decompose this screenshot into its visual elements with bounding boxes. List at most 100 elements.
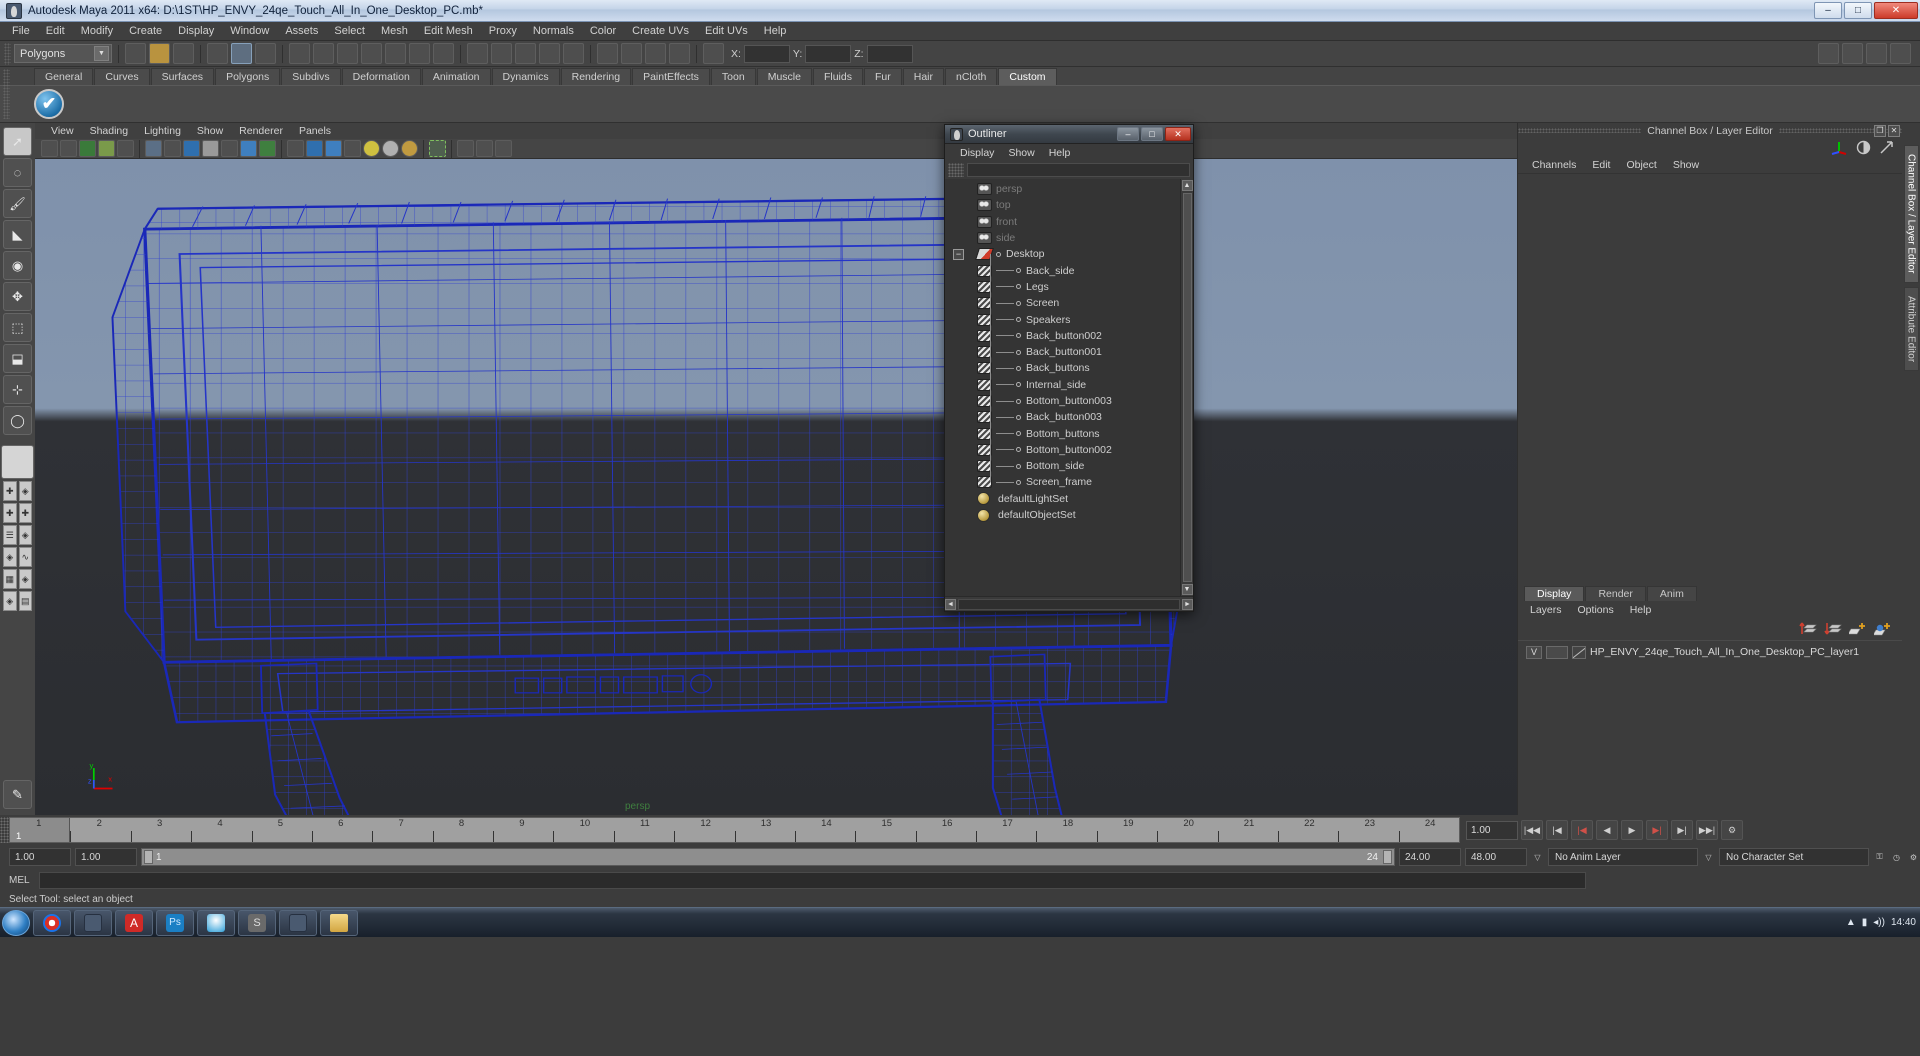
menu-item-display[interactable]: Display xyxy=(170,23,222,39)
viewport-menu-renderer[interactable]: Renderer xyxy=(231,125,291,137)
outliner-item-Back_button003[interactable]: Back_button003 xyxy=(945,409,1180,425)
perspective-viewport[interactable]: y x z persp xyxy=(35,159,1517,815)
face-mask-icon[interactable] xyxy=(385,43,406,64)
bookmark-icon[interactable] xyxy=(79,140,96,157)
flat-shade-icon[interactable] xyxy=(344,140,361,157)
show-channel-box-icon[interactable] xyxy=(1890,43,1911,64)
outliner-horizontal-scrollbar[interactable]: ◄ ► xyxy=(945,596,1193,611)
side-tab-attribute-editor[interactable]: Attribute Editor xyxy=(1903,286,1919,371)
h-scroll-track[interactable] xyxy=(958,598,1180,610)
taskbar-acrobat-icon[interactable]: A xyxy=(115,909,153,936)
move-layer-down-icon[interactable] xyxy=(1824,621,1842,637)
menu-item-edit[interactable]: Edit xyxy=(38,23,73,39)
range-handle-right[interactable] xyxy=(1383,850,1392,864)
outliner-item-Back_button002[interactable]: Back_button002 xyxy=(945,328,1180,344)
panel-drag-dots-left[interactable] xyxy=(1518,128,1642,133)
camera-attributes-icon[interactable] xyxy=(60,140,77,157)
go-to-end-button[interactable]: ▶▶| xyxy=(1696,820,1718,840)
menu-item-modify[interactable]: Modify xyxy=(73,23,121,39)
image-plane-icon[interactable] xyxy=(98,140,115,157)
outliner-item-Bottom_buttons[interactable]: Bottom_buttons xyxy=(945,425,1180,441)
shelf-tab-painteffects[interactable]: PaintEffects xyxy=(632,68,710,85)
hull-mask-icon[interactable] xyxy=(409,43,430,64)
field-chart-icon[interactable] xyxy=(221,140,238,157)
outliner-title-bar[interactable]: Outliner – □ ✕ xyxy=(945,125,1193,144)
outliner-item-persp[interactable]: persp xyxy=(945,181,1180,197)
line-mask-icon[interactable] xyxy=(361,43,382,64)
shelf-tab-muscle[interactable]: Muscle xyxy=(756,68,812,85)
shadow-toggle-icon[interactable] xyxy=(476,140,493,157)
layer-row[interactable]: V HP_ENVY_24qe_Touch_All_In_One_Desktop_… xyxy=(1518,644,1902,660)
select-by-component-icon[interactable] xyxy=(255,43,276,64)
tray-network-icon[interactable]: ▮ xyxy=(1862,917,1868,928)
shelf-tab-custom[interactable]: Custom xyxy=(998,68,1057,85)
taskbar-maya-second-icon[interactable] xyxy=(279,909,317,936)
outliner-item-Speakers[interactable]: Speakers xyxy=(945,311,1180,327)
axis-mini-icon[interactable] xyxy=(1831,140,1848,155)
channelbox-menu-object[interactable]: Object xyxy=(1618,159,1664,171)
taskbar-substance-icon[interactable]: S xyxy=(238,909,276,936)
move-layer-up-icon[interactable] xyxy=(1799,621,1817,637)
absolute-transform-icon[interactable] xyxy=(703,43,724,64)
menu-item-proxy[interactable]: Proxy xyxy=(481,23,525,39)
outliner-window[interactable]: Outliner – □ ✕ Display Show Help persp top f… xyxy=(944,124,1194,612)
outliner-persp-layout-icon[interactable]: ☰ xyxy=(3,525,17,545)
persp-graph-editor-layout-icon[interactable]: ◈ xyxy=(3,547,17,567)
layer-playback-toggle[interactable] xyxy=(1546,645,1568,659)
shelf-tab-general[interactable]: General xyxy=(34,68,94,85)
exposure-control-icon[interactable] xyxy=(495,140,512,157)
point-mask-icon[interactable] xyxy=(337,43,358,64)
trax-editor-layout-icon[interactable]: ▤ xyxy=(18,591,32,611)
universal-manipulator-icon[interactable]: ⬚ xyxy=(3,313,32,342)
outliner-menu-display[interactable]: Display xyxy=(953,147,1001,159)
smooth-shade-selected-icon[interactable] xyxy=(325,140,342,157)
scroll-down-icon[interactable]: ▼ xyxy=(1181,584,1193,595)
menu-item-help[interactable]: Help xyxy=(756,23,795,39)
half-circle-icon[interactable] xyxy=(1856,140,1871,155)
play-backwards-button[interactable]: ◀ xyxy=(1596,820,1618,840)
shelf-tab-toon[interactable]: Toon xyxy=(710,68,756,85)
maximize-button[interactable]: □ xyxy=(1844,2,1872,19)
layer-visibility-toggle[interactable]: V xyxy=(1526,645,1542,659)
component-mask-icon[interactable] xyxy=(289,43,310,64)
outliner-item-list[interactable]: persp top front side − Desktop Back_side Legs Sc… xyxy=(945,179,1180,596)
outliner-item-Back_buttons[interactable]: Back_buttons xyxy=(945,360,1180,376)
save-scene-icon[interactable] xyxy=(173,43,194,64)
persp-outliner-layout-icon[interactable]: ◈ xyxy=(18,481,32,501)
soft-modification-tool-icon[interactable]: ⬓ xyxy=(3,344,32,373)
command-language-label[interactable]: MEL xyxy=(9,875,35,886)
playback-end-time-field[interactable]: 24.00 xyxy=(1399,848,1461,866)
go-to-start-button[interactable]: |◀◀ xyxy=(1521,820,1543,840)
new-layer-icon[interactable] xyxy=(1849,621,1867,637)
help-line-toggle-icon[interactable]: ✎ xyxy=(3,780,32,809)
range-slider-bar[interactable]: 1 24 xyxy=(141,848,1395,866)
range-handle-left[interactable] xyxy=(144,850,153,864)
render-current-frame-icon[interactable] xyxy=(621,43,642,64)
outliner-close-button[interactable]: ✕ xyxy=(1165,127,1191,141)
construction-history-icon[interactable] xyxy=(597,43,618,64)
tray-chevron-icon[interactable]: ▲ xyxy=(1846,917,1856,928)
shelf-tab-fluids[interactable]: Fluids xyxy=(812,68,863,85)
rotate-tool-icon[interactable]: ◉ xyxy=(3,251,32,280)
layer-editor-tab-render[interactable]: Render xyxy=(1585,586,1646,601)
three-pane-layout-icon[interactable]: ✚ xyxy=(18,503,32,523)
viewport-menu-panels[interactable]: Panels xyxy=(291,125,339,137)
command-input-field[interactable] xyxy=(39,871,1586,889)
outliner-search-input[interactable] xyxy=(967,163,1190,177)
menu-item-normals[interactable]: Normals xyxy=(525,23,582,39)
outliner-maximize-button[interactable]: □ xyxy=(1141,127,1163,141)
outliner-vertical-scrollbar[interactable]: ▲ ▼ xyxy=(1180,179,1193,596)
channelbox-menu-show[interactable]: Show xyxy=(1665,159,1707,171)
move-tool-icon[interactable]: ◣ xyxy=(3,220,32,249)
graph-curve-layout-icon[interactable]: ∿ xyxy=(18,547,32,567)
menu-set-dropdown[interactable]: Polygons ▼ xyxy=(14,44,112,63)
play-forwards-button[interactable]: ▶ xyxy=(1621,820,1643,840)
playback-start-time-field[interactable]: 1.00 xyxy=(75,848,137,866)
select-by-object-icon[interactable] xyxy=(231,43,252,64)
single-perspective-view-layout-icon[interactable] xyxy=(1,445,34,479)
show-manipulator-tool-icon[interactable]: ⊹ xyxy=(3,375,32,404)
safe-title-icon[interactable] xyxy=(259,140,276,157)
viewport-menu-lighting[interactable]: Lighting xyxy=(136,125,189,137)
scroll-thumb[interactable] xyxy=(1182,193,1192,582)
side-tab-channel-box[interactable]: Channel Box / Layer Editor xyxy=(1903,145,1919,283)
